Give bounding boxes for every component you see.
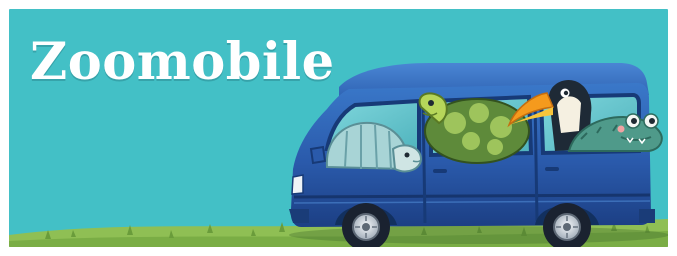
- banner-title: Zoomobile: [30, 32, 335, 92]
- zoomobile-banner: Zoomobile: [9, 9, 668, 247]
